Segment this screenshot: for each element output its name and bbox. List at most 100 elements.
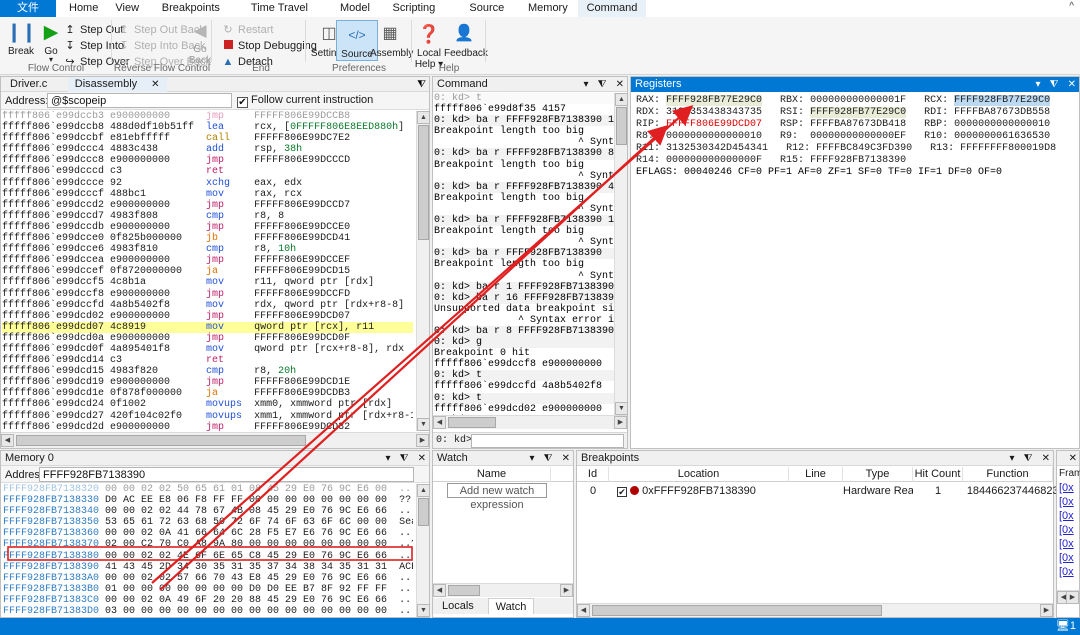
disassembly-line[interactable]: fffff806`e99dcd0f 4a895401f8 mov qword p… [2, 344, 413, 355]
disassembly-line[interactable]: fffff806`e99dccdb e900000000 jmp FFFFF80… [2, 222, 413, 233]
feedback-button[interactable]: 👤 Feedback [444, 20, 484, 59]
breakpoints-dropdown-icon[interactable]: ▾ [1010, 453, 1015, 464]
registers-close-icon[interactable]: ✕ [1068, 79, 1076, 90]
memory-row[interactable]: FFFF928FB71383A0 00 00 02 02 57 66 70 43… [3, 573, 413, 584]
disassembly-line[interactable]: fffff806`e99dccf5 4c8b1a mov r11, qword … [2, 277, 413, 288]
memory-row[interactable]: FFFF928FB7138350 53 65 61 72 63 68 50 72… [3, 517, 413, 528]
frame-link[interactable]: [0x [1059, 565, 1074, 579]
bp-col-location[interactable]: Location [609, 467, 789, 482]
register-value[interactable]: FFFFBA87673DB558 [954, 107, 1050, 118]
register-value[interactable]: 0000000000000010 [954, 119, 1050, 130]
disassembly-line[interactable]: fffff806`e99dccbf e81ebfffff call FFFFF8… [2, 133, 413, 144]
scroll-right-icon[interactable]: ▶ [416, 434, 429, 447]
watch-bottom-tab-locals[interactable]: Locals [435, 598, 481, 614]
register-value[interactable]: 00000000000000EF [810, 131, 906, 142]
memory-row[interactable]: FFFF928FB7138340 00 00 02 02 44 78 67 4B… [3, 506, 413, 517]
disassembly-line[interactable]: fffff806`e99dccb8 488d0df10b51ff lea rcx… [2, 122, 413, 133]
disassembly-line[interactable]: fffff806`e99dcd0a e900000000 jmp FFFFF80… [2, 333, 413, 344]
disassembly-line[interactable]: fffff806`e99dccc8 e900000000 jmp FFFFF80… [2, 155, 413, 166]
watch-pin-icon[interactable]: ⧨ [544, 453, 553, 464]
memory-dropdown-icon[interactable]: ▾ [386, 453, 391, 464]
vscroll-thumb[interactable] [616, 107, 627, 145]
disassembly-line[interactable]: fffff806`e99dccd7 4983f808 cmp r8, 8 [2, 211, 413, 222]
scroll-right-icon[interactable]: ▶ [1066, 591, 1079, 604]
hscroll-thumb[interactable] [448, 417, 496, 428]
scroll-left-icon[interactable]: ◀ [1, 434, 14, 447]
breakpoint-row[interactable]: 0✔ 0xFFFF928FB7138390Hardware Read118446… [577, 483, 1053, 499]
file-menu-tab[interactable]: 文件 [0, 0, 56, 17]
register-value[interactable]: 0000000061636530 [954, 131, 1050, 142]
memory-hex-area[interactable]: FFFF928FB7138320 00 00 02 02 50 65 61 01… [3, 484, 413, 617]
bp-col-id[interactable]: Id [577, 467, 609, 482]
frame-link[interactable]: [0x [1059, 537, 1074, 551]
scroll-left-icon[interactable]: ◀ [433, 416, 446, 429]
bp-col-type[interactable]: Type [843, 467, 913, 482]
disassembly-tab-disassembly[interactable]: Disassembly✕ [68, 77, 167, 92]
breakpoint-enabled-checkbox[interactable]: ✔ [617, 487, 627, 497]
memory-vscrollbar[interactable]: ▲ ▼ [416, 484, 429, 617]
register-value[interactable]: FFFF928FB77E29C0 [954, 95, 1050, 106]
frame-link[interactable]: [0x [1059, 481, 1074, 495]
break-button[interactable]: ❙❙ Break [4, 20, 38, 57]
disassembly-address-input[interactable] [47, 93, 232, 108]
memory-row[interactable]: FFFF928FB7138360 00 00 02 0A 41 66 64 6C… [3, 528, 413, 539]
restart-button[interactable]: ↻ Restart [220, 22, 273, 38]
disassembly-line[interactable]: fffff806`e99dccc4 4883c438 add rsp, 38h [2, 144, 413, 155]
command-input[interactable] [471, 434, 624, 448]
memory-row[interactable]: FFFF928FB71383D0 03 00 00 00 00 00 00 00… [3, 606, 413, 617]
register-value[interactable]: 000000000000000F [666, 155, 762, 166]
memory-address-input[interactable] [39, 467, 414, 482]
register-value[interactable]: 000000000000001F [810, 95, 906, 106]
hscroll-thumb[interactable] [448, 585, 480, 596]
disassembly-line[interactable]: fffff806`e99dccce 92 xchg eax, edx [2, 178, 413, 189]
register-value[interactable]: FFFF928FB7138390 [810, 155, 906, 166]
scroll-left-icon[interactable]: ◀ [433, 584, 446, 597]
ribbon-tab-home[interactable]: Home [60, 0, 107, 17]
register-value[interactable]: 0000000000000010 [666, 131, 762, 142]
command-close-icon[interactable]: ✕ [616, 79, 624, 90]
ribbon-tab-model[interactable]: Model [331, 0, 379, 17]
assembly-mode-button[interactable]: ▦ Assembly [370, 20, 410, 59]
memory-row[interactable]: FFFF928FB7138370 02 00 C2 70 C0 A8 9A 80… [3, 539, 413, 550]
go-back-button[interactable]: ◀ Go Back [185, 18, 215, 66]
tab-close-icon[interactable]: ✕ [151, 79, 159, 90]
bp-col-function[interactable]: Function [963, 467, 1053, 482]
watch-close-icon[interactable]: ✕ [562, 453, 570, 464]
disassembly-code-area[interactable]: fffff806`e99dccb3 e900000000 jmp FFFFF80… [2, 111, 413, 431]
memory-row-selected[interactable]: FFFF928FB7138390 41 43 45 2D 34 30 35 31… [3, 562, 413, 573]
breakpoints-pin-icon[interactable]: ⧨ [1024, 453, 1033, 464]
disassembly-line[interactable]: fffff806`e99dccef 0f8720000000 ja FFFFF8… [2, 266, 413, 277]
ribbon-tab-command[interactable]: Command [578, 0, 647, 17]
register-value[interactable]: 3131353438343735 [666, 107, 762, 118]
disassembly-line[interactable]: fffff806`e99dcd27 420f104c02f0 movups xm… [2, 411, 413, 422]
watch-column-name[interactable]: Name [433, 467, 551, 482]
disassembly-hscrollbar[interactable]: ◀ ▶ [1, 432, 429, 448]
disassembly-line[interactable]: fffff806`e99dccd2 e900000000 jmp FFFFF80… [2, 200, 413, 211]
memory-close-icon[interactable]: ✕ [418, 453, 426, 464]
disassembly-line[interactable]: fffff806`e99dcd19 e900000000 jmp FFFFF80… [2, 377, 413, 388]
breakpoints-hscrollbar[interactable]: ◀ ▶ [577, 603, 1053, 617]
disassembly-current-line[interactable]: fffff806`e99dcd07 4c8919 mov qword ptr [… [2, 322, 413, 333]
frame-link[interactable]: [0x [1059, 551, 1074, 565]
ribbon-tab-source[interactable]: Source [460, 0, 513, 17]
add-watch-expression-input[interactable]: Add new watch expression [447, 483, 547, 498]
frames-close-icon[interactable]: ✕ [1069, 453, 1077, 464]
disassembly-line[interactable]: fffff806`e99dcd14 c3 ret [2, 355, 413, 366]
disassembly-line[interactable]: fffff806`e99dccea e900000000 jmp FFFFF80… [2, 255, 413, 266]
scroll-down-icon[interactable]: ▼ [417, 418, 430, 431]
follow-current-instruction-toggle[interactable]: ✔Follow current instruction [237, 94, 373, 108]
memory-row[interactable]: FFFF928FB7138330 D0 AC EE E8 06 F8 FF FF… [3, 495, 413, 506]
command-vscrollbar[interactable]: ▲ ▼ [614, 93, 627, 415]
disassembly-line[interactable]: fffff806`e99dcccf 488bc1 mov rax, rcx [2, 189, 413, 200]
registers-pin-icon[interactable]: ⧨ [1050, 79, 1059, 90]
memory-row[interactable]: FFFF928FB71383C0 00 00 02 0A 49 6F 20 20… [3, 595, 413, 606]
vscroll-thumb[interactable] [418, 125, 429, 240]
disassembly-line[interactable]: fffff806`e99dccfd 4a8b5402f8 mov rdx, qw… [2, 300, 413, 311]
command-output-area[interactable]: 0: kd> tfffff806`e99d8f35 4157 pu0: kd> … [434, 93, 614, 415]
memory-row[interactable]: FFFF928FB7138380 00 00 02 02 4E 6F 6E 65… [3, 551, 413, 562]
register-value[interactable]: FFFFBC849C3FD390 [816, 143, 912, 154]
command-dropdown-icon[interactable]: ▾ [584, 79, 589, 90]
disassembly-line[interactable]: fffff806`e99dcd1e 0f878f000000 ja FFFFF8… [2, 388, 413, 399]
registers-dropdown-icon[interactable]: ▾ [1036, 79, 1041, 90]
disassembly-line[interactable]: fffff806`e99dcd2d e900000000 jmp FFFFF80… [2, 422, 413, 431]
